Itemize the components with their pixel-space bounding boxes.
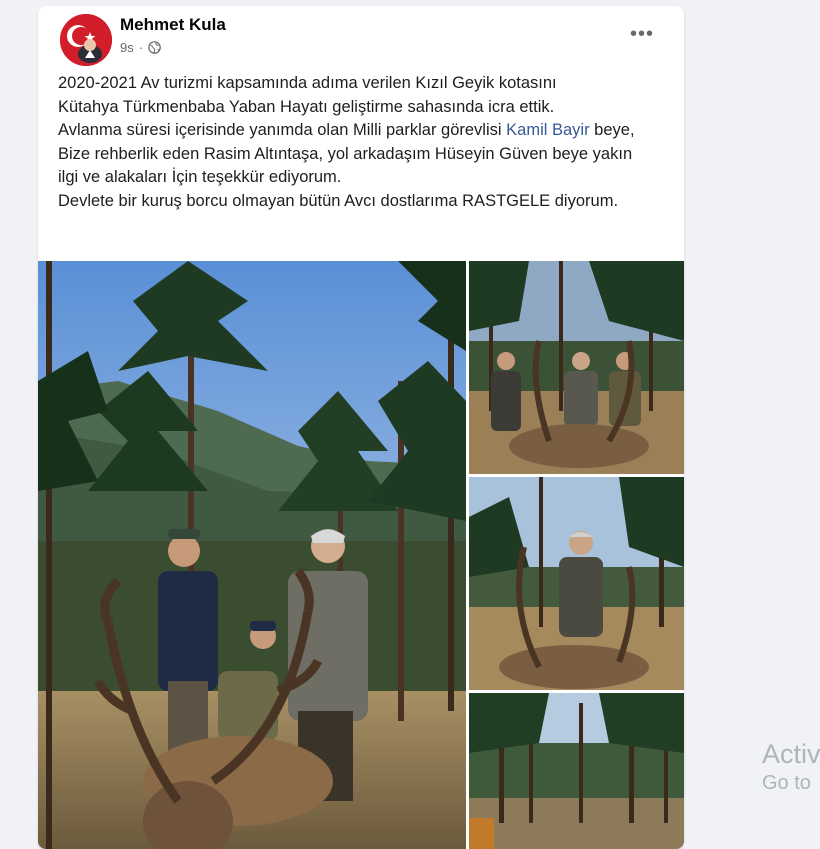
hunter-with-antlers-photo [469,477,684,690]
post-text-line: Kütahya Türkmenbaba Yaban Hayatı gelişti… [58,97,555,116]
globe-icon[interactable] [148,41,161,54]
photo-3[interactable] [469,477,684,690]
hunters-group-photo [469,261,684,474]
right-sidebar [686,0,820,849]
post-meta: 9s · [120,40,161,55]
watermark-title: Activ [762,739,820,769]
photo-2[interactable] [469,261,684,474]
post-time[interactable]: 9s [120,40,134,55]
post-text-line: Avlanma süresi içerisinde yanımda olan M… [58,119,648,190]
activation-watermark: Activ Go to [762,738,820,796]
hunters-with-deer-photo [38,261,466,849]
more-options-icon: ••• [629,23,654,45]
forest-photo [469,693,684,849]
post-text-line: 2020-2021 Av turizmi kapsamında adıma ve… [58,74,557,92]
left-sidebar-edge [0,0,22,849]
photo-4[interactable] [469,693,684,849]
post-text-segment: Avlanma süresi içerisinde yanımda olan M… [58,121,507,139]
post-text-line: Devlete bir kuruş borcu olmayan bütün Av… [58,191,619,210]
main-photo[interactable] [38,261,466,849]
more-options-button[interactable]: ••• [630,24,654,44]
photo-grid [38,261,684,849]
post-card: Mehmet Kula 9s · ••• 2020-2021 Av turizm… [38,6,684,849]
author-name[interactable]: Mehmet Kula [120,15,226,35]
avatar[interactable] [60,14,112,66]
post-text: 2020-2021 Av turizmi kapsamında adıma ve… [58,72,648,213]
watermark-subtitle: Go to [762,772,811,794]
avatar-image [60,14,112,66]
mention-link[interactable]: Kamil Bayir [506,121,589,139]
